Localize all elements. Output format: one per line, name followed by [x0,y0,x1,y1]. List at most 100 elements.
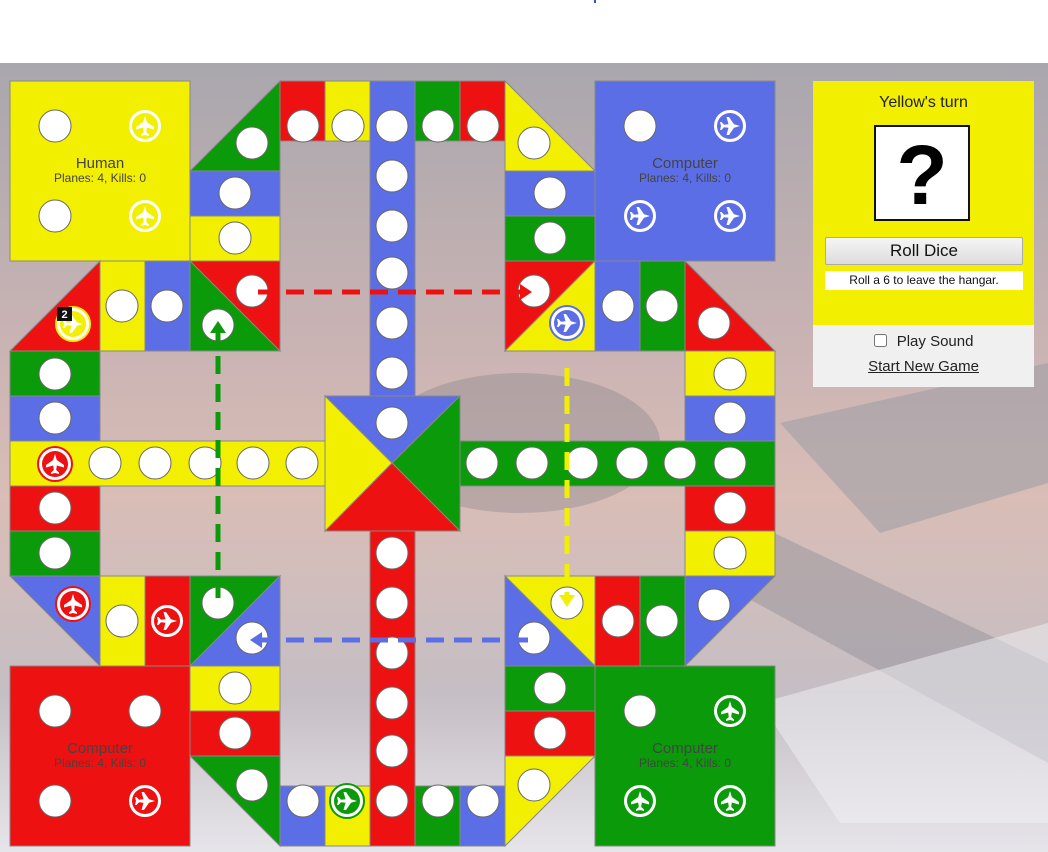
board-space [375,356,409,390]
plane-icon[interactable] [712,693,748,729]
board-space [138,446,172,480]
board-space [645,289,679,323]
board-space [533,671,567,705]
board-cell [188,755,281,848]
board-space [533,221,567,255]
board-space [38,401,72,435]
board-space [235,126,269,160]
hangar-slot [623,694,657,728]
plane-icon[interactable] [622,783,658,819]
plane-icon[interactable] [622,198,658,234]
board-cell [188,79,281,172]
player-name: Computer [67,740,133,757]
plane-icon[interactable] [549,305,585,341]
board-cell [504,79,597,172]
plane-icon[interactable] [712,198,748,234]
board-space [375,586,409,620]
roll-dice-button[interactable]: Roll Dice [825,237,1023,265]
board-space [218,221,252,255]
player-name: Computer [652,155,718,172]
game-stage: 2 Human Planes: 4, Kills: 0 Computer Pla… [0,63,1048,852]
board-space [713,491,747,525]
board-space [375,109,409,143]
board-space [218,671,252,705]
options-box: Play Sound Start New Game [813,325,1034,387]
player-name: Computer [652,740,718,757]
stack-count-text: 2 [61,309,67,321]
player-name: Human [75,155,125,172]
hangar-slot [38,694,72,728]
plane-icon[interactable] [712,783,748,819]
board-space [331,109,365,143]
hangar-label-blue: Computer Planes: 4, Kills: 0 [595,156,775,184]
plane-icon[interactable] [37,446,73,482]
board-space [235,768,269,802]
board-space [88,446,122,480]
board-space [375,536,409,570]
board-cell [684,259,777,352]
board-space [713,401,747,435]
board-space [218,176,252,210]
board-space [517,126,551,160]
board-space [533,176,567,210]
board-space [601,604,635,638]
top-marker [594,0,596,3]
dice-display[interactable]: ? [874,125,970,222]
hangar-label-yellow: Human Planes: 4, Kills: 0 [10,156,190,184]
start-new-game-link[interactable]: Start New Game [813,358,1034,375]
hint-text: Roll a 6 to leave the hangar. [825,271,1023,290]
board-space [286,109,320,143]
board-space [663,446,697,480]
board-space [150,289,184,323]
plane-icon[interactable] [127,783,163,819]
plane-icon[interactable] [149,603,185,639]
board-space [218,716,252,750]
plane-icon[interactable] [712,108,748,144]
board-space [713,446,747,480]
board-space [236,446,270,480]
board-cell [8,259,101,352]
player-stats: Planes: 4, Kills: 0 [53,170,147,185]
hangar-slot [128,694,162,728]
plane-icon[interactable] [127,108,163,144]
board-space [697,588,731,622]
board-space [375,256,409,290]
board-space [375,734,409,768]
board-space [565,446,599,480]
plane-icon[interactable] [329,783,365,819]
board-space [38,536,72,570]
board-space [375,406,409,440]
board-space [38,491,72,525]
board-space [466,784,500,818]
plane-icon[interactable] [127,198,163,234]
board-space [697,306,731,340]
board-cell [8,575,101,668]
stack-count-badge: 2 [57,307,72,321]
board-space [465,446,499,480]
board-space [286,784,320,818]
play-sound-label[interactable]: Play Sound [897,333,974,350]
board-space [38,357,72,391]
board-space [375,784,409,818]
board-space [515,446,549,480]
board-space [533,716,567,750]
hangar-slot [38,199,72,233]
board-space [517,768,551,802]
board-cell [504,755,597,848]
board-cell [684,575,777,668]
board-space [375,209,409,243]
player-stats: Planes: 4, Kills: 0 [53,755,147,770]
player-stats: Planes: 4, Kills: 0 [638,755,732,770]
board-space [375,159,409,193]
board-space [466,109,500,143]
board-space [421,109,455,143]
turn-title: Yellow's turn [879,94,968,111]
player-stats: Planes: 4, Kills: 0 [638,170,732,185]
board-space [285,446,319,480]
board-space [615,446,649,480]
play-sound-checkbox[interactable] [873,334,887,347]
plane-icon[interactable] [55,586,91,622]
turn-box: Yellow's turn ? Roll Dice Roll a 6 to le… [813,81,1034,325]
control-panel: Yellow's turn ? Roll Dice Roll a 6 to le… [813,81,1034,387]
board-space [713,536,747,570]
